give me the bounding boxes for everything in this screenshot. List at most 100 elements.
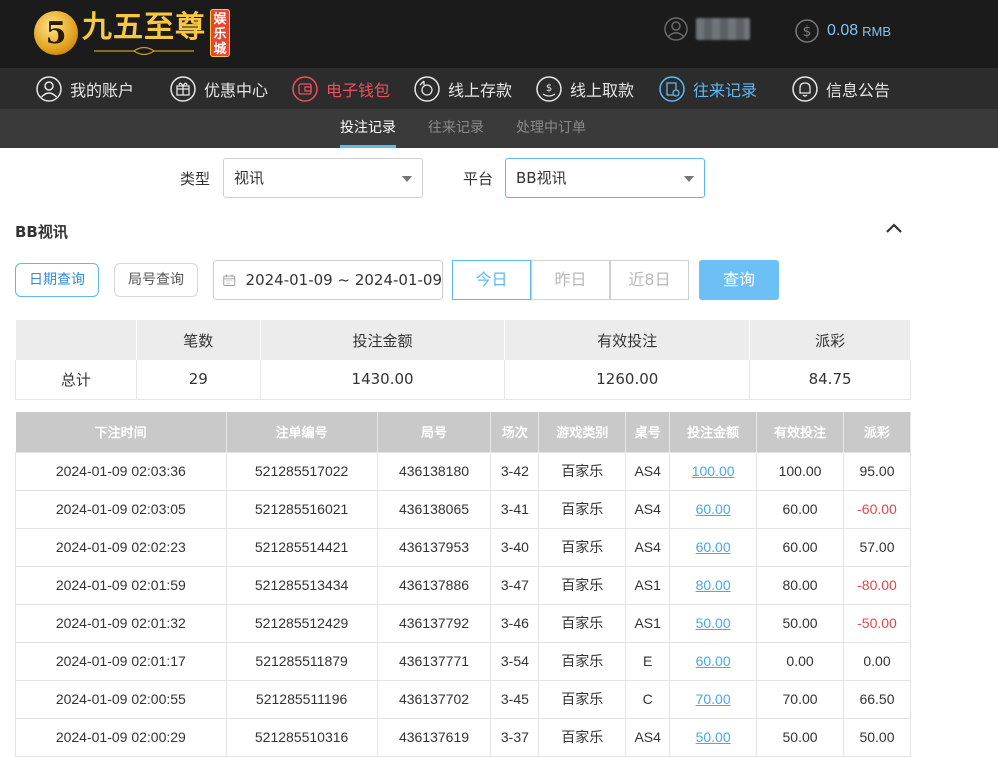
table-cell: 2024-01-09 02:00:55 <box>15 679 227 719</box>
date-range-input[interactable]: 2024-01-09 ~ 2024-01-09 <box>213 260 443 300</box>
table-cell: 521285510316 <box>225 717 378 757</box>
table-cell: 3-40 <box>490 527 540 567</box>
chevron-down-icon <box>684 176 694 182</box>
summary-header <box>15 320 137 360</box>
table-cell: 3-42 <box>490 451 540 491</box>
table-cell: 60.00 <box>756 527 844 567</box>
tab-pending-orders[interactable]: 处理中订单 <box>516 109 586 148</box>
brand-tag: 娱乐城 <box>210 9 230 57</box>
chevron-up-icon[interactable] <box>884 220 904 236</box>
nav-online-withdraw[interactable]: $ 线上取款 <box>536 74 634 104</box>
brand-logo[interactable]: 5 九五至尊 娱乐城 <box>34 4 230 62</box>
table-row: 2024-01-09 02:03:05 521285516021 436138065… <box>15 489 912 529</box>
nav-transaction-records[interactable]: 往来记录 <box>659 74 757 104</box>
table-cell: 百家乐 <box>538 451 627 491</box>
nav-my-account[interactable]: 我的账户 <box>36 74 134 104</box>
table-cell: 57.00 <box>842 527 912 567</box>
nav-announcements[interactable]: 信息公告 <box>792 74 890 104</box>
records-icon <box>659 76 685 102</box>
table-cell: -80.00 <box>842 565 912 605</box>
table-row: 2024-01-09 02:01:59 521285513434 436137886… <box>15 565 912 605</box>
table-cell: 436137702 <box>376 679 492 719</box>
balance-value: 0.08 <box>827 22 859 39</box>
table-cell: 3-41 <box>490 489 540 529</box>
type-select[interactable]: 视讯 <box>223 158 423 198</box>
tab-bet-records[interactable]: 投注记录 <box>340 109 396 148</box>
table-cell: -60.00 <box>842 489 912 529</box>
table-row: 2024-01-09 02:03:36 521285517022 436138180… <box>15 451 912 491</box>
section-title: BB视讯 <box>15 223 68 241</box>
table-cell: 66.50 <box>842 679 912 719</box>
table-cell: 436138065 <box>376 489 492 529</box>
table-cell: 2024-01-09 02:00:29 <box>15 717 227 757</box>
date-query-button[interactable]: 日期查询 <box>15 263 99 297</box>
balance-display: $ 0.08 RMB <box>795 19 891 43</box>
chevron-down-icon <box>402 176 412 182</box>
records-header: 投注金额 <box>669 412 758 452</box>
summary-header: 派彩 <box>749 320 911 360</box>
round-query-button[interactable]: 局号查询 <box>114 263 198 297</box>
table-cell: 3-47 <box>490 565 540 605</box>
table-cell: 521285511196 <box>225 679 378 719</box>
table-cell: 436137792 <box>376 603 492 643</box>
records-header: 派彩 <box>843 412 912 452</box>
summary-total-row: 总计 29 1430.00 1260.00 84.75 <box>15 360 911 400</box>
table-cell: 2024-01-09 02:01:17 <box>15 641 227 681</box>
dollar-coin-icon: $ <box>795 19 819 43</box>
table-cell: 521285512429 <box>225 603 378 643</box>
table-cell: 3-46 <box>490 603 540 643</box>
table-cell: 百家乐 <box>538 603 627 643</box>
table-cell: 436137619 <box>376 717 492 757</box>
bet-amount-link[interactable]: 70.00 <box>669 679 758 719</box>
summary-cell: 1260.00 <box>504 360 751 400</box>
calendar-icon <box>223 274 236 286</box>
query-button[interactable]: 查询 <box>699 260 779 300</box>
table-cell: 百家乐 <box>538 679 627 719</box>
table-cell: 80.00 <box>756 565 844 605</box>
user-icon <box>664 17 688 41</box>
yesterday-button[interactable]: 昨日 <box>531 260 610 300</box>
gift-icon <box>170 76 196 102</box>
bet-amount-link[interactable]: 80.00 <box>669 565 758 605</box>
bet-records-table: 下注时间 注单编号 局号 场次 游戏类别 桌号 投注金额 有效投注 派彩 2024-01-09 … <box>15 412 912 757</box>
logo-emblem: 5 <box>34 11 78 55</box>
table-cell: 百家乐 <box>538 565 627 605</box>
table-cell: 436138180 <box>376 451 492 491</box>
summary-header: 笔数 <box>136 320 261 360</box>
records-header: 有效投注 <box>756 412 844 452</box>
summary-table: 笔数 投注金额 有效投注 派彩 总计 29 1430.00 1260.00 84… <box>15 320 911 400</box>
table-cell: 436137953 <box>376 527 492 567</box>
bet-amount-link[interactable]: 60.00 <box>669 641 758 681</box>
nav-e-wallet[interactable]: 电子钱包 <box>292 74 390 104</box>
table-cell: 百家乐 <box>538 717 627 757</box>
table-row: 2024-01-09 02:00:55 521285511196 436137702… <box>15 679 912 719</box>
platform-select[interactable]: BB视讯 <box>505 158 705 198</box>
table-row: 2024-01-09 02:01:17 521285511879 436137771… <box>15 641 912 681</box>
table-cell: AS4 <box>625 527 671 567</box>
table-cell: AS1 <box>625 565 671 605</box>
nav-online-deposit[interactable]: 线上存款 <box>414 74 512 104</box>
summary-header: 有效投注 <box>504 320 751 360</box>
tab-transfer-records[interactable]: 往来记录 <box>428 109 484 148</box>
user-info[interactable] <box>664 17 750 41</box>
main-nav: 我的账户 优惠中心 电子钱包 线上存款 $ 线上取款 往来记录 信息公告 <box>0 68 998 109</box>
bet-amount-link[interactable]: 50.00 <box>669 603 758 643</box>
records-body: 2024-01-09 02:03:36 521285517022 436138180… <box>15 451 912 757</box>
bet-amount-link[interactable]: 50.00 <box>669 717 758 757</box>
table-cell: 521285516021 <box>225 489 378 529</box>
user-circle-icon <box>36 76 62 102</box>
bet-amount-link[interactable]: 60.00 <box>669 489 758 529</box>
bet-amount-link[interactable]: 100.00 <box>669 451 758 491</box>
table-row: 2024-01-09 02:01:32 521285512429 436137792… <box>15 603 912 643</box>
nav-promotions[interactable]: 优惠中心 <box>170 74 268 104</box>
bet-amount-link[interactable]: 60.00 <box>669 527 758 567</box>
summary-cell: 29 <box>135 360 261 400</box>
records-header: 局号 <box>377 412 492 452</box>
username-redacted <box>696 18 750 40</box>
records-header: 下注时间 <box>15 412 227 452</box>
table-cell: 436137771 <box>376 641 492 681</box>
last-8-days-button[interactable]: 近8日 <box>610 260 689 300</box>
summary-header: 投注金额 <box>260 320 506 360</box>
table-cell: 百家乐 <box>538 641 627 681</box>
today-button[interactable]: 今日 <box>452 260 531 300</box>
